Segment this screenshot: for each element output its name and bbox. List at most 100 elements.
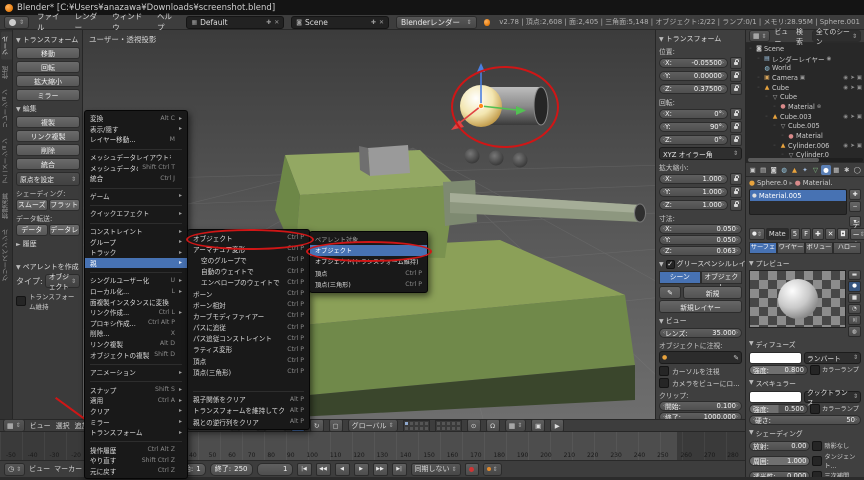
gp-scene-toggle[interactable]: シーン	[659, 271, 701, 284]
grease-pencil-panel-header[interactable]: ▼ ✓ グリースペンシルレイ	[659, 259, 742, 269]
parent-submenu-item[interactable]: 空のグループで Ctrl P	[188, 254, 309, 265]
renderability-camera-icon[interactable]: ▣	[857, 85, 862, 91]
unlink-material-button[interactable]: ✕	[825, 228, 837, 240]
tool-shelf-tab[interactable]: 物理演算	[1, 189, 12, 223]
parent-submenu-item[interactable]: 自動のウェイトで Ctrl P	[188, 266, 309, 277]
parent-submenu-item[interactable]: オブジェクト Ctrl P	[188, 232, 309, 243]
properties-tab[interactable]: ▦	[832, 165, 841, 175]
parent-submenu-item[interactable]: ボーン Ctrl P	[188, 288, 309, 299]
lock-icon[interactable]	[730, 70, 742, 82]
context-menu-item[interactable]: クイックエフェクト ▸	[85, 208, 187, 219]
render-opengl-anim-button[interactable]: ▶	[550, 419, 564, 432]
add-screen-icon[interactable]: ✚	[266, 19, 271, 26]
remove-slot-button[interactable]: −	[849, 201, 861, 212]
context-menu-item[interactable]: コンストレイント ▸	[85, 226, 187, 237]
timeline-menu-marker[interactable]: マーカー	[54, 464, 82, 474]
specular-shader-dropdown[interactable]: クックトランス ⇕	[804, 391, 861, 403]
outliner-row[interactable]: ◦ ▣ Camera ▣ ◉ ➤ ▣	[746, 73, 864, 83]
set-origin-dropdown[interactable]: 原点を設定 ⇕	[16, 172, 80, 186]
context-menu-item[interactable]	[90, 186, 182, 189]
context-menu-item[interactable]	[90, 439, 182, 442]
selectability-cursor-icon[interactable]: ➤	[850, 143, 855, 149]
shade-smooth-button[interactable]: スムーズ	[16, 199, 48, 211]
gp-new-button[interactable]: 新規	[683, 286, 742, 299]
properties-tab[interactable]: ▤	[758, 165, 767, 175]
context-menu-item[interactable]: ローカル化... L ▸	[85, 286, 187, 297]
rotation-field[interactable]: ‹Z: 0°›	[659, 135, 728, 145]
sync-dropdown[interactable]: 同期しない ⇕	[411, 463, 461, 476]
play-reverse-button[interactable]: ◀	[335, 463, 350, 476]
transform-tool-button[interactable]: 回転	[16, 61, 80, 73]
emit-field[interactable]: 放射: 0.00	[749, 441, 810, 451]
lock-icon[interactable]	[730, 186, 742, 198]
shading-panel-header[interactable]: ▼ シェーディング	[746, 426, 864, 440]
context-menu-item[interactable]: 親 ▸	[85, 258, 187, 269]
context-menu-item[interactable]: ゲーム ▸	[85, 191, 187, 202]
transform-tool-button[interactable]: 拡大縮小	[16, 75, 80, 87]
parent-submenu-item[interactable]	[193, 379, 304, 391]
context-menu-item[interactable]: レイヤー移動... M	[85, 134, 187, 145]
visibility-eye-icon[interactable]: ◉	[843, 75, 848, 81]
manipulator-rotate-button[interactable]: ↻	[310, 419, 324, 432]
properties-tab[interactable]: ▽	[811, 165, 820, 175]
context-menu-item[interactable]: リンク作成... Ctrl L ▸	[85, 307, 187, 318]
fake-user-button[interactable]: F	[801, 228, 811, 240]
context-menu-item[interactable]: 表示/隠す ▸	[85, 124, 187, 135]
dimension-field[interactable]: ‹Y: 0.050›	[659, 235, 742, 245]
gp-draw-button[interactable]: ✎	[659, 286, 681, 299]
properties-tab[interactable]: ◯	[853, 165, 862, 175]
parent-target-item[interactable]: 頂点 Ctrl P	[310, 268, 427, 279]
parent-submenu-item[interactable]: パス追従コンストレイント Ctrl P	[188, 333, 309, 344]
parent-submenu-item[interactable]: 頂点(三角形) Ctrl P	[188, 366, 309, 377]
specular-intensity-slider[interactable]: 強度: 0.500	[749, 404, 808, 414]
parent-submenu-item[interactable]: 頂点 Ctrl P	[188, 355, 309, 366]
context-menu-item[interactable]: 面複製インスタンスに変換	[85, 296, 187, 307]
outliner-row[interactable]: ◦ ▤ レンダーレイヤー ◉ ◉ ➤ ▣	[746, 54, 864, 64]
renderability-camera-icon[interactable]: ▣	[857, 75, 862, 81]
diffuse-intensity-slider[interactable]: 強度: 0.800	[749, 365, 808, 375]
parent-submenu-item[interactable]: アーマチュア変形 Ctrl P	[188, 243, 309, 254]
keep-transform-checkbox[interactable]	[16, 296, 26, 306]
context-menu-item[interactable]: トランスフォーム ▸	[85, 427, 187, 438]
users-count-button[interactable]: 5	[790, 228, 800, 240]
lock-icon[interactable]	[730, 173, 742, 185]
renderability-camera-icon[interactable]: ▣	[857, 143, 862, 149]
clip-start-field[interactable]: ‹開始: 0.100›	[659, 401, 742, 411]
edit-panel-header[interactable]: ▼ 編集	[16, 104, 80, 114]
edit-tool-button[interactable]: 削除	[16, 144, 80, 156]
context-menu-item[interactable]: アニメーション ▸	[85, 367, 187, 378]
location-field[interactable]: ‹X: -0.05500›	[659, 58, 728, 68]
renderability-camera-icon[interactable]: ▣	[857, 114, 862, 120]
prev-keyframe-button[interactable]: ◀◀	[316, 463, 331, 476]
scale-field[interactable]: ‹X: 1.000›	[659, 174, 728, 184]
hardness-field[interactable]: ‹ 硬さ: 50 ›	[749, 415, 861, 425]
close-screen-icon[interactable]: ✕	[274, 19, 279, 26]
view-panel-header[interactable]: ▼ ビュー	[659, 316, 742, 326]
material-type-toggle[interactable]: ボリュー	[805, 242, 833, 254]
viewport-menu-view[interactable]: ビュー	[30, 421, 51, 431]
parent-submenu-item[interactable]: 親子関係をクリア Alt P	[188, 394, 309, 405]
lock-object-field[interactable]: ● ✎	[659, 351, 742, 364]
context-menu-item[interactable]: シングルユーザー化 U ▸	[85, 275, 187, 286]
rotation-mode-dropdown[interactable]: XYZ オイラー角 ⇕	[659, 147, 742, 160]
data-transfer-button[interactable]: データ	[16, 224, 48, 236]
snap-magnet-button[interactable]: Ω	[486, 419, 500, 432]
context-menu-item[interactable]: 元に戻す Ctrl Z	[85, 466, 187, 477]
selectability-cursor-icon[interactable]: ➤	[850, 75, 855, 81]
context-menu-item[interactable]: オブジェクトの複製 Shift D	[85, 349, 187, 360]
preview-sphere-button[interactable]: ●	[848, 281, 861, 291]
rotation-field[interactable]: ‹Y: 90°›	[659, 122, 728, 132]
context-menu-item[interactable]	[90, 221, 182, 224]
layer-toggle[interactable]	[456, 426, 461, 431]
parent-target-item[interactable]: 頂点(三角形) Ctrl P	[310, 279, 427, 290]
material-type-toggle[interactable]: ワイヤー	[777, 242, 805, 254]
material-slot-list[interactable]: ● Material.005	[749, 189, 847, 215]
data-layout-transfer-button[interactable]: データレ	[49, 224, 81, 236]
material-browse-dropdown[interactable]: ● ⇕	[749, 228, 765, 240]
add-scene-icon[interactable]: ✚	[371, 19, 376, 26]
render-engine-selector[interactable]: Blenderレンダー ⇕	[396, 16, 477, 29]
lens-field[interactable]: ‹レンズ: 35.000›	[659, 328, 742, 338]
outliner-row[interactable]: ◦ ▲ Cube.003 ◉ ➤ ▣	[746, 112, 864, 122]
viewport-menu-select[interactable]: 選択	[56, 421, 70, 431]
parent-submenu-item[interactable]: ラティス変形 Ctrl P	[188, 344, 309, 355]
